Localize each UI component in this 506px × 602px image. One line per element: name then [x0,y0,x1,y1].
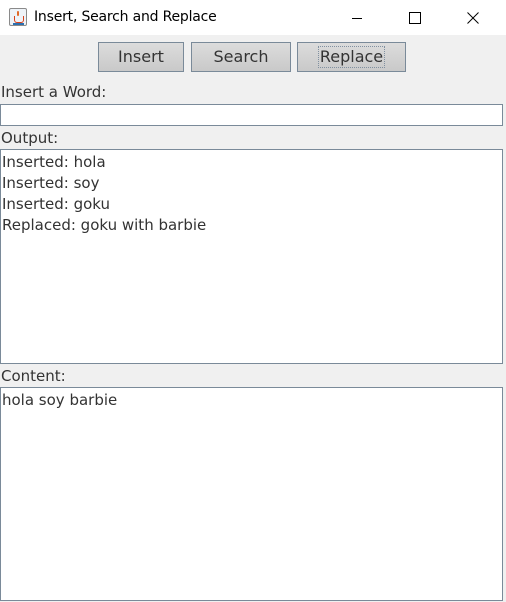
content-label: Content: [1,367,66,385]
java-cup-icon [9,8,27,26]
content-text: hola soy barbie [2,391,118,409]
output-label: Output: [1,129,59,147]
insert-word-label: Insert a Word: [1,83,107,101]
search-button[interactable]: Search [191,42,291,72]
title-bar[interactable]: Insert, Search and Replace [0,0,506,35]
window-title: Insert, Search and Replace [34,9,217,25]
maximize-button[interactable] [392,0,438,35]
output-line: Inserted: hola [2,153,106,171]
minimize-icon [352,17,362,19]
close-icon [467,11,479,24]
close-button[interactable] [450,0,496,35]
output-textarea[interactable]: Inserted: hola Inserted: soy Inserted: g… [0,149,503,364]
output-line: Inserted: soy [2,174,100,192]
maximize-icon [409,11,421,24]
insert-word-input[interactable] [0,104,503,126]
output-line: Replaced: goku with barbie [2,216,207,234]
replace-button-label: Replace [317,46,386,68]
output-line: Inserted: goku [2,195,111,213]
insert-button[interactable]: Insert [98,42,184,72]
minimize-button[interactable] [334,0,380,35]
replace-button[interactable]: Replace [297,42,406,72]
content-textarea[interactable]: hola soy barbie [0,387,503,601]
